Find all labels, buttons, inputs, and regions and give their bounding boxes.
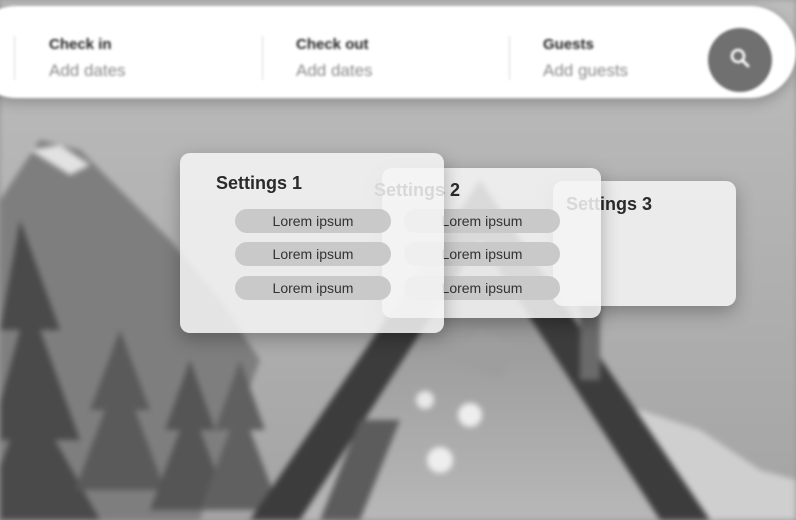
guests-field[interactable]: Guests Add guests (543, 36, 628, 81)
check-out-label: Check out (296, 36, 369, 53)
guests-label: Guests (543, 36, 594, 53)
check-in-placeholder: Add dates (49, 61, 126, 80)
settings-option[interactable]: Lorem ipsum (235, 242, 391, 266)
search-button[interactable] (708, 28, 772, 92)
divider (262, 36, 263, 80)
settings-option[interactable]: Lorem ipsum (235, 209, 391, 233)
divider (14, 36, 15, 80)
settings-card-1: Settings 1 Lorem ipsum Lorem ipsum Lorem… (180, 153, 444, 333)
search-bar: Check in Add dates Check out Add dates G… (0, 6, 796, 98)
guests-placeholder: Add guests (543, 61, 629, 80)
check-in-label: Check in (49, 36, 112, 53)
check-out-placeholder: Add dates (296, 61, 373, 80)
settings-card-title: Settings 1 (216, 173, 303, 193)
check-in-field[interactable]: Check in Add dates (49, 36, 126, 81)
divider (509, 36, 510, 80)
settings-option[interactable]: Lorem ipsum (235, 276, 391, 300)
check-out-field[interactable]: Check out Add dates (296, 36, 373, 81)
search-icon (729, 47, 751, 74)
